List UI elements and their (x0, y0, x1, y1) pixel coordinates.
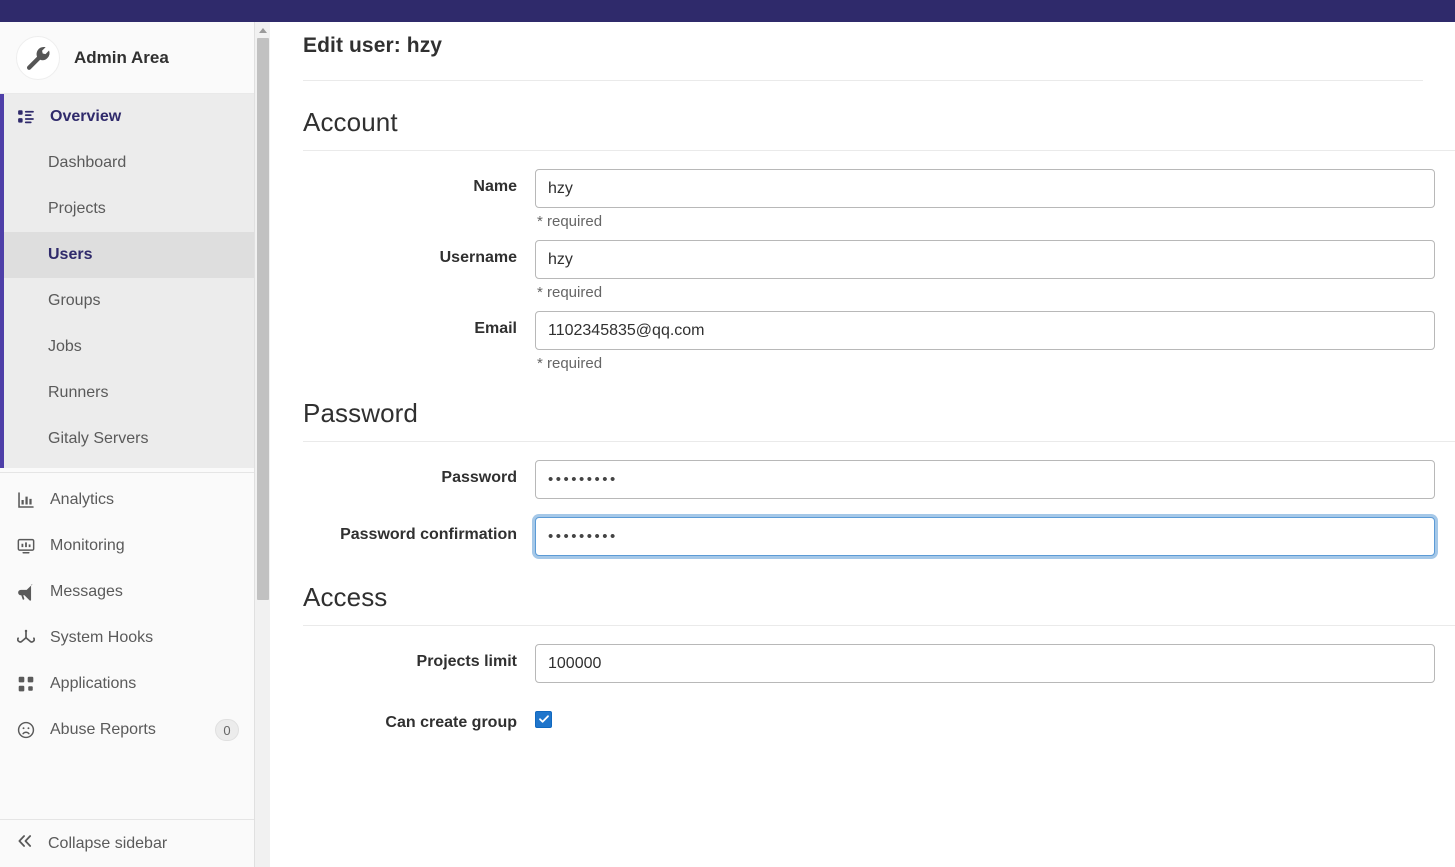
sidebar-item-gitaly-servers[interactable]: Gitaly Servers (0, 416, 255, 462)
section-heading-account: Account (303, 107, 398, 137)
sidebar-item-groups-label: Groups (48, 292, 101, 309)
can-create-group-checkbox[interactable] (535, 710, 552, 728)
sidebar-item-messages[interactable]: Messages (0, 569, 255, 615)
username-input[interactable] (535, 240, 1435, 279)
admin-area-header[interactable]: Admin Area (0, 22, 255, 94)
help-name: * required (537, 213, 603, 230)
sidebar-item-messages-label: Messages (50, 583, 123, 600)
name-input[interactable] (535, 169, 1435, 208)
form-row-password-confirmation: Password confirmation ••••••••• (303, 517, 1455, 556)
sidebar-item-monitoring[interactable]: Monitoring (0, 523, 255, 569)
label-name: Name (473, 178, 517, 195)
sidebar-item-dashboard-label: Dashboard (48, 154, 127, 171)
overview-icon (16, 107, 36, 127)
admin-area-avatar (16, 35, 60, 80)
sidebar-item-users[interactable]: Users (0, 232, 255, 278)
megaphone-icon (16, 582, 36, 602)
wrench-icon (26, 46, 50, 70)
sidebar-item-projects[interactable]: Projects (0, 186, 255, 232)
form-row-username: Username * required (303, 240, 1455, 301)
section-divider-account (303, 150, 1455, 151)
collapse-sidebar-label: Collapse sidebar (48, 834, 168, 852)
collapse-sidebar-button[interactable]: Collapse sidebar (0, 819, 255, 867)
form-row-password: Password ••••••••• (303, 460, 1455, 499)
section-divider-password (303, 441, 1455, 442)
sidebar-scrollbar[interactable] (254, 22, 270, 867)
section-heading-password: Password (303, 398, 418, 428)
label-can-create-group: Can create group (385, 714, 517, 731)
main-content: Edit user: hzy Account Name * required U… (271, 22, 1455, 867)
page-title: Edit user: hzy (303, 34, 443, 57)
edit-user-form: Account Name * required Username * requi… (271, 81, 1455, 734)
label-username: Username (439, 249, 517, 266)
admin-area-title: Admin Area (74, 47, 169, 67)
password-confirmation-input[interactable]: ••••••••• (535, 517, 1435, 556)
monitor-icon (16, 536, 36, 556)
sidebar-overview-submenu: Dashboard Projects Users Groups Jobs Run… (0, 140, 255, 468)
sidebar-item-analytics-label: Analytics (50, 491, 115, 508)
sidebar-item-groups[interactable]: Groups (0, 278, 255, 324)
form-row-projects-limit: Projects limit (303, 644, 1455, 683)
label-password: Password (441, 469, 517, 486)
sidebar-item-monitoring-label: Monitoring (50, 537, 125, 554)
sidebar-item-jobs-label: Jobs (48, 338, 82, 355)
sidebar-item-gitaly-servers-label: Gitaly Servers (48, 430, 149, 447)
sidebar-item-analytics[interactable]: Analytics (0, 477, 255, 523)
form-row-email: Email * required (303, 311, 1455, 372)
label-projects-limit: Projects limit (416, 653, 517, 670)
triangle-up-icon (259, 27, 267, 33)
sidebar-section-overview: Overview Dashboard Projects Users Groups… (0, 94, 255, 468)
chevron-double-left-icon (16, 832, 34, 855)
sidebar-item-system-hooks-label: System Hooks (50, 629, 154, 646)
form-row-can-create-group: Can create group (303, 705, 1455, 734)
form-row-name: Name * required (303, 169, 1455, 230)
label-password-confirmation: Password confirmation (340, 526, 517, 543)
sidebar-item-applications-label: Applications (50, 675, 137, 692)
email-input[interactable] (535, 311, 1435, 350)
applications-icon (16, 674, 36, 694)
sidebar-item-applications[interactable]: Applications (0, 661, 255, 707)
abuse-reports-badge: 0 (215, 719, 239, 741)
section-divider-access (303, 625, 1455, 626)
chart-icon (16, 490, 36, 510)
sidebar-item-abuse-reports-label: Abuse Reports (50, 721, 156, 738)
checkmark-icon (538, 715, 549, 724)
top-navbar: GitLab Projects Groups More (0, 0, 1455, 22)
help-username: * required (537, 284, 603, 301)
abuse-icon (16, 720, 36, 740)
admin-sidebar: Admin Area Overview Dashboard Projects U… (0, 22, 256, 867)
sidebar-item-users-label: Users (48, 246, 93, 263)
sidebar-item-overview[interactable]: Overview (0, 94, 255, 140)
sidebar-item-system-hooks[interactable]: System Hooks (0, 615, 255, 661)
sidebar-item-abuse-reports[interactable]: Abuse Reports 0 (0, 707, 255, 753)
section-heading-access: Access (303, 582, 388, 612)
projects-limit-input[interactable] (535, 644, 1435, 683)
sidebar-divider (0, 472, 255, 473)
help-email: * required (537, 355, 603, 372)
sidebar-item-runners-label: Runners (48, 384, 109, 401)
sidebar-item-projects-label: Projects (48, 200, 106, 217)
scrollbar-thumb[interactable] (257, 38, 269, 600)
sidebar-item-dashboard[interactable]: Dashboard (0, 140, 255, 186)
scrollbar-up-arrow[interactable] (255, 22, 271, 38)
sidebar-item-overview-label: Overview (50, 108, 122, 125)
sidebar-item-jobs[interactable]: Jobs (0, 324, 255, 370)
label-email: Email (474, 320, 517, 337)
sidebar-item-runners[interactable]: Runners (0, 370, 255, 416)
hook-icon (16, 628, 36, 648)
password-input[interactable]: ••••••••• (535, 460, 1435, 499)
